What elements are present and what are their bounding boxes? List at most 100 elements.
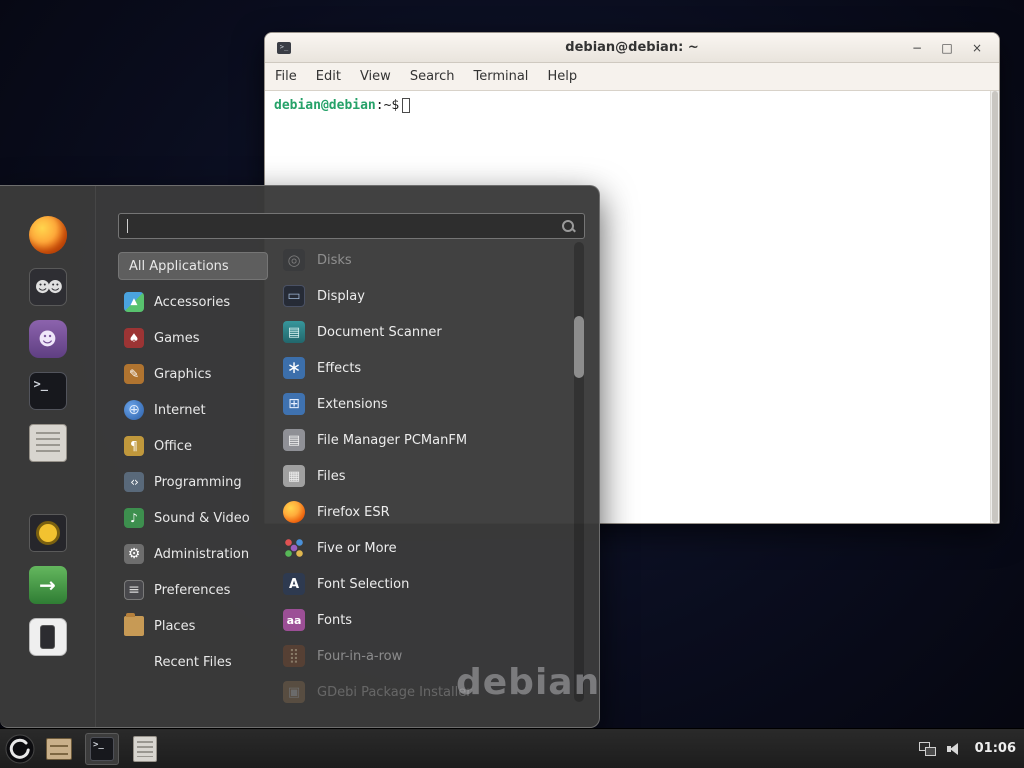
firefox-icon — [283, 501, 305, 523]
terminal-taskbar-button[interactable] — [85, 733, 119, 765]
category-accessories[interactable]: Accessories — [118, 284, 268, 320]
gdebi-icon — [283, 681, 305, 703]
category-recent-files[interactable]: Recent Files — [118, 644, 268, 680]
administration-icon — [124, 544, 144, 564]
office-icon — [124, 436, 144, 456]
firefox-icon — [29, 216, 67, 254]
search-input[interactable] — [128, 219, 561, 234]
app-label: File Manager PCManFM — [317, 433, 467, 448]
fonts-icon — [283, 609, 305, 631]
menu-view[interactable]: View — [360, 69, 391, 84]
terminal-titlebar[interactable]: >_ debian@debian: ~ − □ × — [265, 33, 999, 63]
terminal-icon — [29, 372, 67, 410]
search-box[interactable] — [118, 213, 585, 239]
category-all-applications[interactable]: All Applications — [118, 252, 268, 280]
cinnamon-logo-icon — [5, 734, 35, 764]
close-button[interactable]: × — [969, 41, 985, 55]
preferences-icon — [124, 580, 144, 600]
network-icon[interactable] — [919, 742, 935, 755]
favorite-terminal[interactable] — [26, 372, 70, 410]
favorite-text-editor[interactable] — [26, 424, 70, 462]
app-label: Five or More — [317, 541, 397, 556]
menu-help[interactable]: Help — [547, 69, 577, 84]
terminal-window-icon: >_ — [277, 42, 291, 54]
category-label: Internet — [154, 403, 206, 418]
extensions-icon — [283, 393, 305, 415]
app-item-font-selection[interactable]: Font Selection — [283, 566, 571, 602]
prompt-user-host: debian@debian — [274, 98, 376, 113]
menu-edit[interactable]: Edit — [316, 69, 341, 84]
app-item-fonts[interactable]: Fonts — [283, 602, 571, 638]
blank-icon-spacer — [124, 652, 144, 672]
app-item-display[interactable]: Display — [283, 278, 571, 314]
favorite-screensaver[interactable] — [26, 514, 70, 552]
graphics-icon — [124, 364, 144, 384]
app-item-extensions[interactable]: Extensions — [283, 386, 571, 422]
app-item-effects[interactable]: Effects — [283, 350, 571, 386]
category-administration[interactable]: Administration — [118, 536, 268, 572]
favorite-pidgin[interactable] — [26, 320, 70, 358]
terminal-menubar: File Edit View Search Terminal Help — [265, 63, 999, 91]
category-office[interactable]: Office — [118, 428, 268, 464]
five-or-more-icon — [283, 537, 305, 559]
maximize-button[interactable]: □ — [939, 41, 955, 55]
category-label: Recent Files — [154, 655, 232, 670]
category-games[interactable]: Games — [118, 320, 268, 356]
app-label: Extensions — [317, 397, 388, 412]
screensaver-icon — [29, 514, 67, 552]
terminal-scrollbar-thumb[interactable] — [992, 91, 998, 523]
menu-scrollbar[interactable] — [574, 242, 584, 702]
menu-terminal[interactable]: Terminal — [473, 69, 528, 84]
category-label: All Applications — [129, 259, 229, 274]
file-manager-icon — [283, 429, 305, 451]
favorite-users-app[interactable] — [26, 268, 70, 306]
category-label: Graphics — [154, 367, 211, 382]
category-graphics[interactable]: Graphics — [118, 356, 268, 392]
category-label: Accessories — [154, 295, 230, 310]
volume-icon[interactable] — [947, 742, 963, 756]
app-label: Firefox ESR — [317, 505, 390, 520]
file-manager-launcher[interactable] — [45, 735, 73, 763]
favorite-firefox[interactable] — [26, 216, 70, 254]
category-internet[interactable]: Internet — [118, 392, 268, 428]
category-programming[interactable]: Programming — [118, 464, 268, 500]
files-icon — [283, 465, 305, 487]
search-icon — [561, 219, 576, 234]
category-preferences[interactable]: Preferences — [118, 572, 268, 608]
app-label: Files — [317, 469, 346, 484]
folder-icon — [124, 616, 144, 636]
minimize-button[interactable]: − — [909, 41, 925, 55]
app-item-document-scanner[interactable]: Document Scanner — [283, 314, 571, 350]
app-label: Disks — [317, 253, 352, 268]
terminal-scrollbar[interactable] — [990, 91, 999, 523]
menu-button[interactable] — [3, 732, 37, 766]
menu-search[interactable]: Search — [410, 69, 455, 84]
category-places[interactable]: Places — [118, 608, 268, 644]
clock[interactable]: 01:06 — [975, 741, 1016, 756]
category-label: Sound & Video — [154, 511, 250, 526]
app-item-five-or-more[interactable]: Five or More — [283, 530, 571, 566]
app-item-files[interactable]: Files — [283, 458, 571, 494]
logout-icon — [29, 566, 67, 604]
app-label: GDebi Package Installer — [317, 685, 472, 700]
menu-scrollbar-thumb[interactable] — [574, 316, 584, 378]
favorite-lock-screen[interactable] — [26, 618, 70, 656]
category-label: Games — [154, 331, 199, 346]
menu-file[interactable]: File — [275, 69, 297, 84]
applications-list: Disks Display Document Scanner Effects E… — [283, 242, 571, 714]
app-label: Font Selection — [317, 577, 409, 592]
text-editor-launcher[interactable] — [131, 735, 159, 763]
category-label: Preferences — [154, 583, 230, 598]
category-label: Office — [154, 439, 192, 454]
categories-column: All Applications Accessories Games Graph… — [118, 248, 268, 680]
favorite-logout[interactable] — [26, 566, 70, 604]
sound-video-icon — [124, 508, 144, 528]
accessories-icon — [124, 292, 144, 312]
category-label: Places — [154, 619, 195, 634]
app-item-file-manager-pcmanfm[interactable]: File Manager PCManFM — [283, 422, 571, 458]
app-label: Four-in-a-row — [317, 649, 402, 664]
app-item-firefox-esr[interactable]: Firefox ESR — [283, 494, 571, 530]
app-label: Display — [317, 289, 365, 304]
category-sound-video[interactable]: Sound & Video — [118, 500, 268, 536]
app-item-disks[interactable]: Disks — [283, 242, 571, 278]
